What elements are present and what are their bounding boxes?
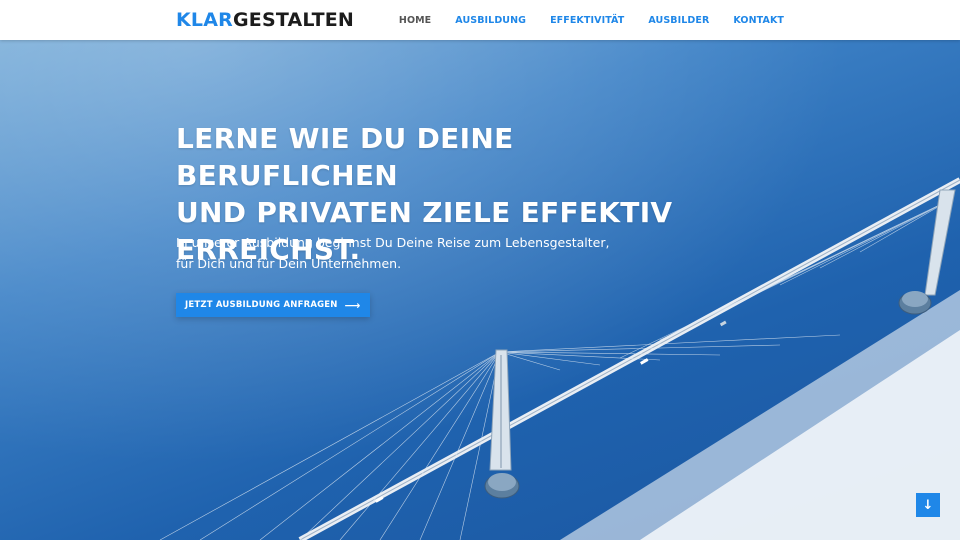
hero-section: LERNE WIE DU DEINE BERUFLICHEN UND PRIVA… (0, 40, 960, 540)
main-navigation: HOME AUSBILDUNG EFFEKTIVITÄT AUSBILDER K… (399, 0, 784, 40)
logo-part-gestalten: GESTALTEN (232, 9, 355, 31)
nav-item-effektivitaet[interactable]: EFFEKTIVITÄT (550, 15, 624, 26)
arrow-right-icon: ⟶ (344, 298, 361, 312)
bridge-aerial-image (159, 177, 960, 540)
subline-line-2: für Dich und für Dein Unternehmen. (176, 256, 402, 271)
hero-subline: In unserer Ausbildung beginnst Du Deine … (176, 232, 636, 274)
arrow-down-icon: ↓ (922, 497, 934, 513)
cta-label: JETZT AUSBILDUNG ANFRAGEN (185, 300, 338, 310)
nav-item-ausbildung[interactable]: AUSBILDUNG (455, 15, 526, 26)
headline-line-1: LERNE WIE DU DEINE BERUFLICHEN (176, 122, 514, 192)
cta-request-training-button[interactable]: JETZT AUSBILDUNG ANFRAGEN ⟶ (176, 293, 370, 317)
nav-item-kontakt[interactable]: KONTAKT (733, 15, 784, 26)
site-logo[interactable]: KLARGESTALTEN (176, 8, 354, 32)
subline-line-1: In unserer Ausbildung beginnst Du Deine … (176, 235, 610, 250)
logo-part-klar: KLAR (176, 9, 233, 31)
nav-item-home[interactable]: HOME (399, 15, 431, 26)
nav-item-ausbilder[interactable]: AUSBILDER (648, 15, 709, 26)
site-header: KLARGESTALTEN HOME AUSBILDUNG EFFEKTIVIT… (0, 0, 960, 40)
headline-line-2: UND PRIVATEN ZIELE EFFEKTIV (176, 196, 673, 229)
scroll-down-button[interactable]: ↓ (916, 493, 940, 517)
